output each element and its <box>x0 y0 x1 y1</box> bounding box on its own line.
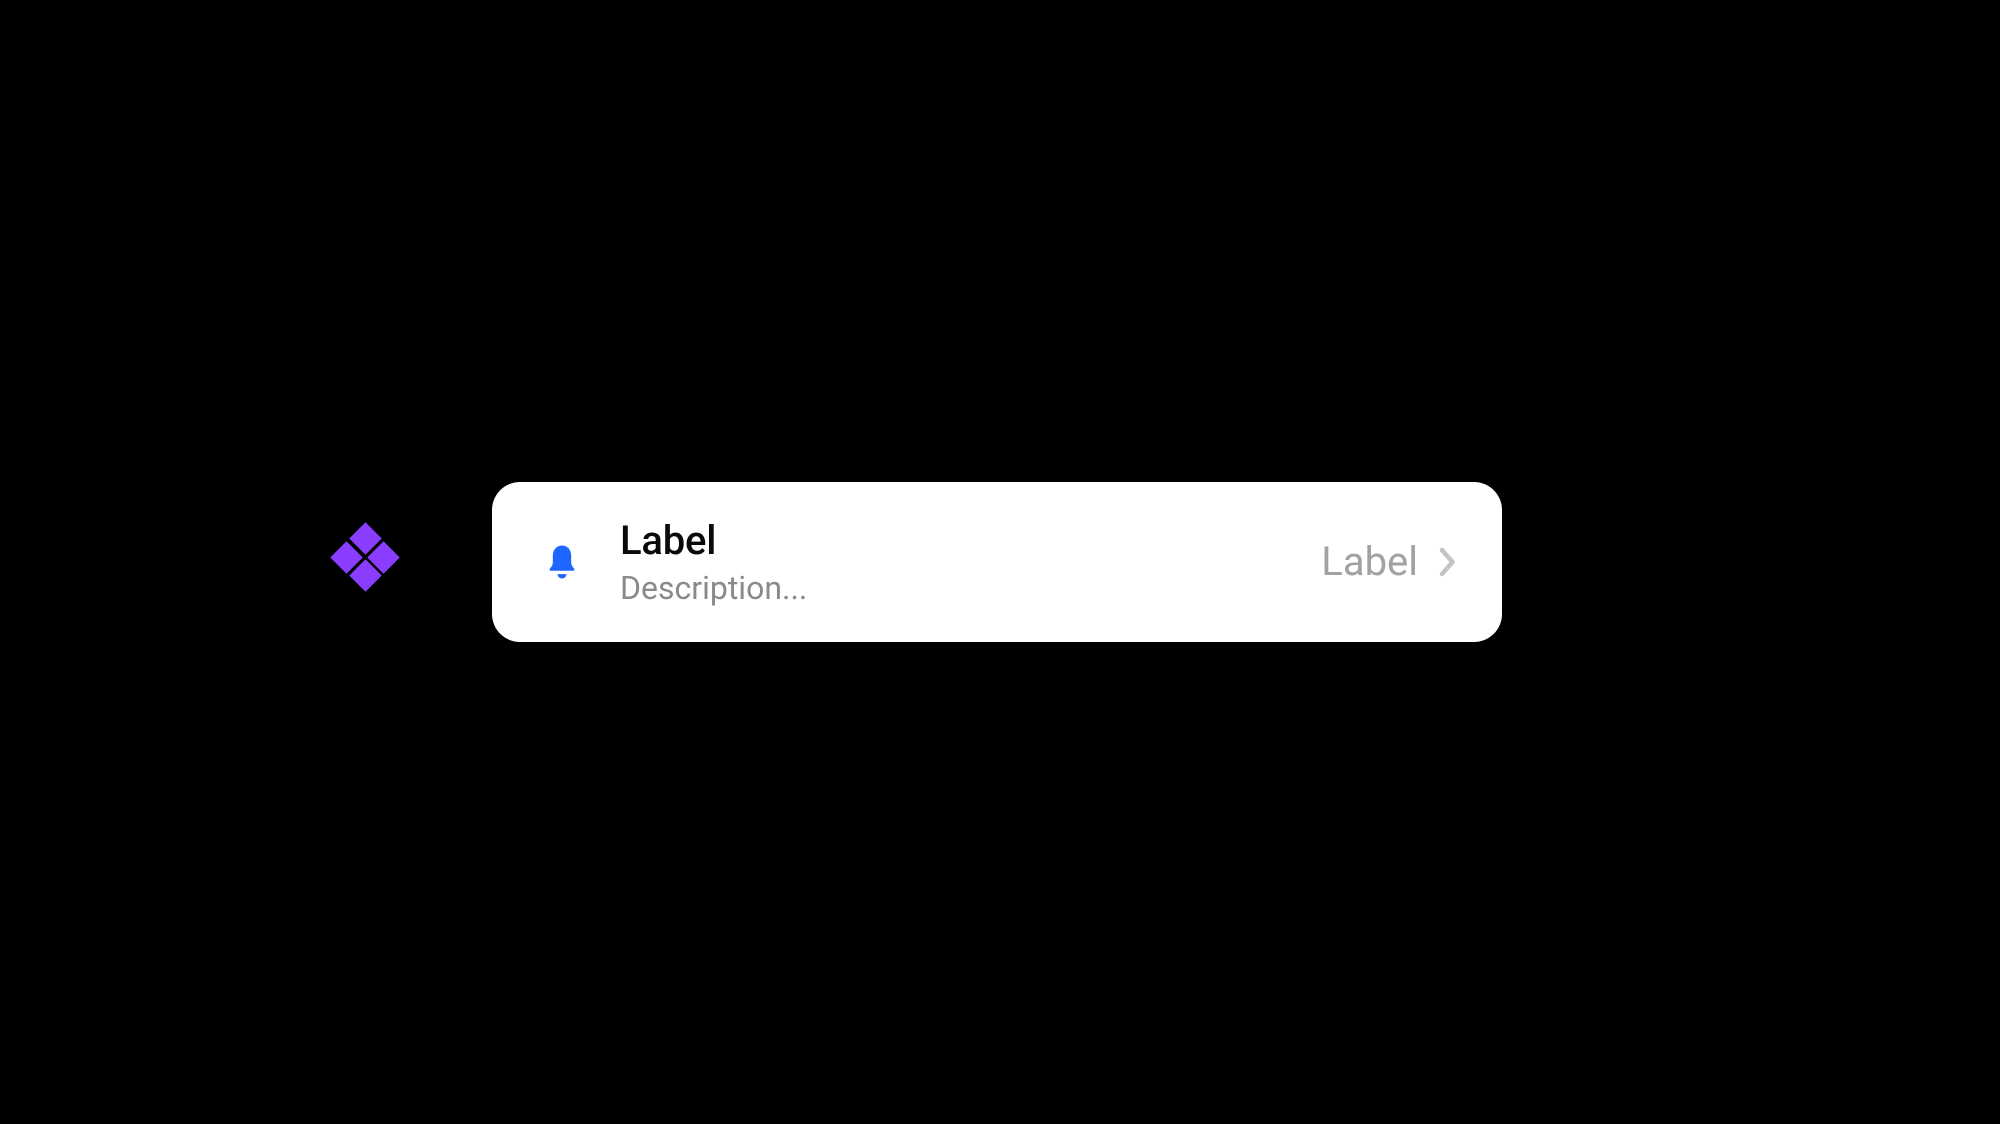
row-title: Label <box>620 517 1285 565</box>
row-text-group: Label Description... <box>620 517 1285 607</box>
trailing-label: Label <box>1321 542 1418 582</box>
row-trailing-group: Label <box>1321 542 1460 582</box>
diamond-logo <box>330 522 400 592</box>
bell-icon <box>540 540 584 584</box>
list-row[interactable]: Label Description... Label <box>492 482 1502 642</box>
chevron-right-icon <box>1436 542 1460 582</box>
row-description: Description... <box>620 569 1285 607</box>
